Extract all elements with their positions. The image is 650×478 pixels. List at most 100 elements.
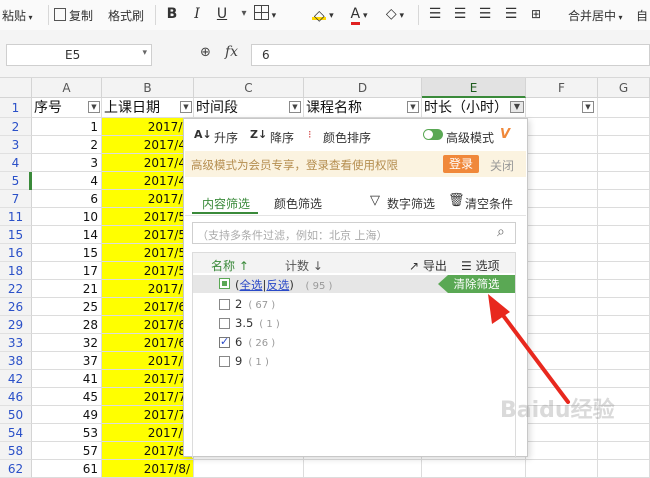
cell-f[interactable] (526, 118, 598, 136)
format-painter-button[interactable]: 格式刷 (108, 7, 144, 24)
options-button[interactable]: ☰ 选项 (461, 257, 500, 274)
cell-g[interactable] (598, 118, 650, 136)
item-checkbox[interactable] (219, 299, 230, 310)
align-right-button[interactable]: ☰ (476, 3, 494, 25)
row-header[interactable]: 33 (0, 334, 32, 352)
cell-seq[interactable]: 37 (32, 352, 102, 370)
row-header[interactable]: 38 (0, 352, 32, 370)
auto-wrap-button[interactable]: 自 (636, 7, 648, 24)
cell-date[interactable]: 2017/8/ (102, 442, 194, 460)
cell-f[interactable] (526, 208, 598, 226)
filter-item-label[interactable]: 3.5 ( 1 ) (235, 316, 280, 330)
cell-date[interactable]: 2017/5/ (102, 244, 194, 262)
cell-f[interactable] (526, 442, 598, 460)
invert-selection-link[interactable]: 反选 (266, 278, 289, 292)
cell-seq[interactable]: 14 (32, 226, 102, 244)
advanced-mode-toggle[interactable] (423, 129, 443, 140)
cell-date[interactable]: 2017/5/ (102, 226, 194, 244)
cell-g[interactable] (598, 424, 650, 442)
cell-f[interactable] (526, 244, 598, 262)
border-button[interactable]: ▾ (250, 3, 280, 25)
sort-asc-button[interactable]: 升序 (214, 129, 238, 146)
cell-seq[interactable]: 4 (32, 172, 102, 190)
cell-seq[interactable]: 53 (32, 424, 102, 442)
tab-content-filter[interactable]: 内容筛选 (202, 195, 250, 212)
fx-icon[interactable]: fx (225, 44, 238, 60)
cell-seq[interactable]: 1 (32, 118, 102, 136)
cell-c[interactable] (194, 460, 304, 478)
row-header[interactable]: 54 (0, 424, 32, 442)
cell-date[interactable]: 2017/7/ (102, 370, 194, 388)
cell-g[interactable] (598, 172, 650, 190)
filter-item-label[interactable]: 9 ( 1 ) (235, 354, 269, 368)
cell-date[interactable]: 2017/5/ (102, 208, 194, 226)
cell-g[interactable] (598, 460, 650, 478)
cell-g[interactable] (598, 190, 650, 208)
underline-dropdown-icon[interactable]: ▾ (238, 3, 250, 25)
select-all-link[interactable]: 全选 (240, 278, 263, 292)
cell-date[interactable]: 2017/6/ (102, 298, 194, 316)
cell-date[interactable]: 2017/6/ (102, 334, 194, 352)
copy-button[interactable]: 复制 (54, 7, 93, 24)
search-input[interactable]: （支持多条件过滤，例如：北京 上海） ⌕ (192, 222, 516, 244)
color-sort-button[interactable]: 颜色排序 (323, 129, 371, 146)
select-all-checkbox[interactable] (219, 278, 230, 289)
cell-date[interactable]: 2017/5 (102, 190, 194, 208)
cell-date[interactable]: 2017/6 (102, 280, 194, 298)
cell-date[interactable]: 2017/4/ (102, 172, 194, 190)
row-header[interactable]: 42 (0, 370, 32, 388)
cell-seq[interactable]: 25 (32, 298, 102, 316)
justify-button[interactable]: ☰ (502, 3, 520, 25)
cell-g[interactable] (598, 442, 650, 460)
cell-seq[interactable]: 2 (32, 136, 102, 154)
cell-g[interactable] (598, 334, 650, 352)
row-header[interactable]: 7 (0, 190, 32, 208)
item-checkbox[interactable] (219, 318, 230, 329)
search-icon[interactable]: ⌕ (497, 224, 505, 240)
cell-g[interactable] (598, 352, 650, 370)
cell-seq[interactable]: 17 (32, 262, 102, 280)
cell-g[interactable] (598, 316, 650, 334)
cell-f[interactable] (526, 172, 598, 190)
cell-g[interactable] (598, 280, 650, 298)
filter-dropdown-icon[interactable]: ▼ (289, 101, 301, 113)
filter-dropdown-icon[interactable]: ▼ (88, 101, 100, 113)
row-header[interactable]: 11 (0, 208, 32, 226)
row-header[interactable]: 4 (0, 154, 32, 172)
cell-seq[interactable]: 61 (32, 460, 102, 478)
column-header-d[interactable]: D (304, 78, 422, 98)
cell-g[interactable] (598, 244, 650, 262)
clear-conditions-button[interactable]: 清空条件 (465, 195, 513, 212)
select-all-corner[interactable] (0, 78, 32, 98)
row-header[interactable]: 29 (0, 316, 32, 334)
clear-format-button[interactable]: ◇ ▾ (380, 3, 410, 25)
column-header-b[interactable]: B (102, 78, 194, 98)
cell-seq[interactable]: 57 (32, 442, 102, 460)
row-header[interactable]: 3 (0, 136, 32, 154)
export-button[interactable]: ↗ 导出 (409, 257, 447, 274)
cell-g[interactable] (598, 136, 650, 154)
row-header[interactable]: 58 (0, 442, 32, 460)
column-header-a[interactable]: A (32, 78, 102, 98)
cell-date[interactable]: 2017/7/ (102, 406, 194, 424)
cell-g[interactable] (598, 208, 650, 226)
align-center-button[interactable]: ☰ (451, 3, 469, 25)
chevron-down-icon[interactable]: ▾ (142, 48, 147, 58)
cell-f[interactable] (526, 226, 598, 244)
zoom-search-icon[interactable]: ⊕ (200, 45, 211, 60)
cell-f[interactable] (526, 460, 598, 478)
row-header[interactable]: 22 (0, 280, 32, 298)
cell-date[interactable]: 2017/7/ (102, 388, 194, 406)
cell-g[interactable] (598, 298, 650, 316)
header-cell-date[interactable]: 上课日期 ▼ (102, 98, 194, 118)
row-header[interactable]: 50 (0, 406, 32, 424)
cell-date[interactable]: 2017/6/ (102, 316, 194, 334)
row-header[interactable]: 46 (0, 388, 32, 406)
paste-button[interactable]: 粘贴 ▾ (2, 7, 33, 24)
cell-f[interactable] (526, 424, 598, 442)
column-header-g[interactable]: G (598, 78, 650, 98)
active-filter-icon[interactable]: ▼ (510, 101, 524, 113)
item-checkbox[interactable] (219, 356, 230, 367)
header-cell-duration[interactable]: 时长（小时） ▼ (422, 98, 526, 118)
header-cell-course[interactable]: 课程名称 ▼ (304, 98, 422, 118)
